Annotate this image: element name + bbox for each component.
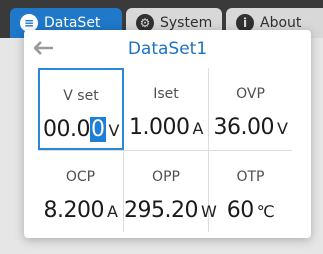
dataset-dialog: DataSet1 V set 00.00 V Iset 1.000 A OVP 36… [24,30,311,238]
opp-value: 295.20 W [124,198,217,223]
opp-value-text: 295.20 [124,198,198,223]
ocp-label: OCP [65,169,96,185]
opp-cell[interactable]: OPP 295.20 W [124,151,217,232]
vset-cell[interactable]: V set 00.00 V [38,68,124,150]
device-screen: ≡ DataSet ⚙ System i About DataSet1 V se… [0,0,323,254]
otp-value-text: 60 [226,198,255,223]
vset-cursor-digit[interactable]: 0 [90,117,106,142]
ocp-value-text: 8.200 [43,198,105,223]
vset-unit: V [108,121,120,140]
dialog-title: DataSet1 [127,39,208,59]
ovp-value-text: 36.00 [213,115,275,140]
vset-value-prefix: 00.0 [43,117,91,142]
back-button[interactable] [32,38,56,58]
back-arrow-icon [34,41,53,55]
ovp-cell[interactable]: OVP 36.00 V [209,68,292,150]
ocp-value: 8.200 A [38,198,123,223]
otp-value: 60 ℃ [209,198,292,223]
iset-cell[interactable]: Iset 1.000 A [124,68,208,150]
otp-unit: ℃ [256,202,275,221]
iset-value: 1.000 A [124,115,208,140]
vset-label: V set [63,88,99,104]
ovp-unit: V [277,119,288,138]
otp-cell[interactable]: OTP 60 ℃ [209,151,292,232]
opp-label: OPP [152,169,180,185]
ovp-label: OVP [236,86,265,102]
iset-label: Iset [153,86,179,102]
ovp-value: 36.00 V [209,115,292,140]
tab-dataset-label: DataSet [44,15,101,31]
dialog-header: DataSet1 [24,30,311,66]
otp-label: OTP [236,169,265,185]
ocp-cell[interactable]: OCP 8.200 A [38,151,123,232]
ocp-unit: A [107,202,118,221]
vset-value[interactable]: 00.00 V [40,117,122,142]
tab-about-label: About [260,15,302,31]
iset-unit: A [192,119,204,138]
tab-system-label: System [160,15,213,31]
iset-value-text: 1.000 [129,115,190,140]
parameter-grid: V set 00.00 V Iset 1.000 A OVP 36.00 V OCP … [38,68,292,232]
